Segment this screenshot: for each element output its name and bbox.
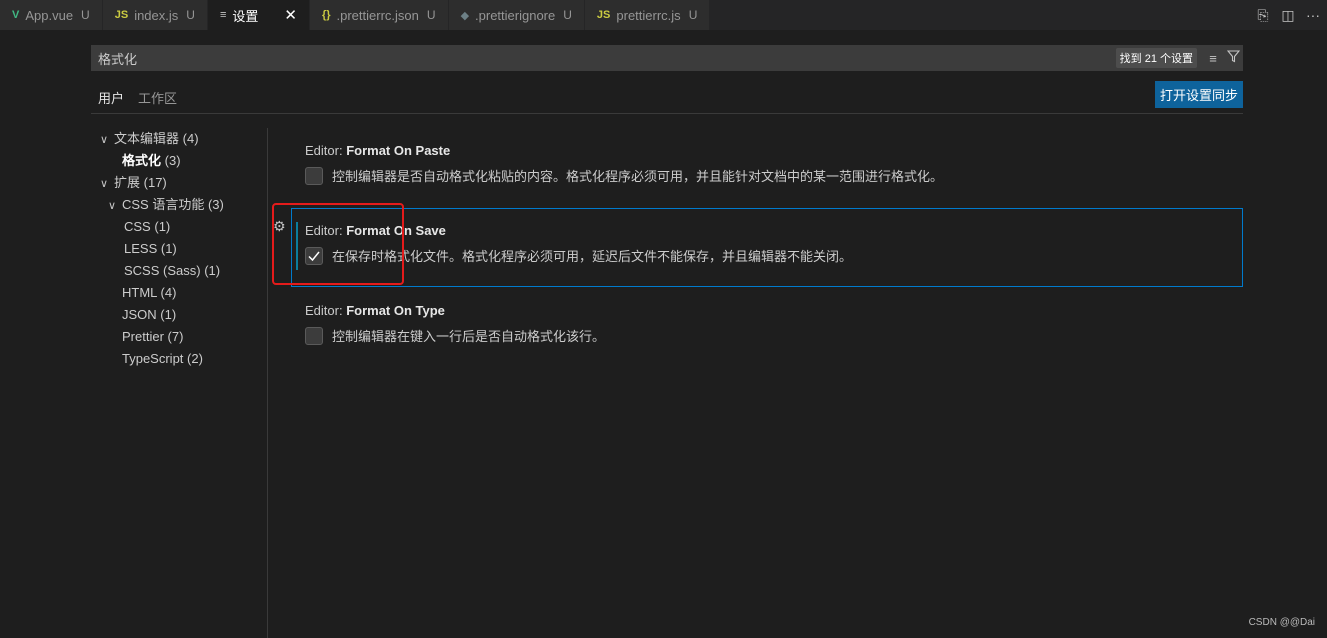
format-on-paste-checkbox[interactable]	[305, 166, 323, 185]
toc-item[interactable]: JSON (1)	[100, 304, 265, 326]
tab-label: App.vue	[25, 7, 74, 23]
setting-name: Format On Paste	[346, 143, 451, 158]
toc-item-label: SCSS (Sass)	[124, 263, 201, 278]
setting-category: Editor:	[305, 303, 347, 318]
split-editor-icon[interactable]: ◫	[1277, 7, 1299, 24]
more-actions-icon[interactable]: ···	[1302, 7, 1324, 23]
tab-label: 设置	[232, 8, 259, 24]
toc-item[interactable]: SCSS (Sass) (1)	[100, 260, 265, 282]
setting-format-on-type: Editor: Format On Type 控制编辑器在键入一行后是否自动格式…	[305, 302, 1235, 345]
toc-item-count: (7)	[167, 329, 184, 344]
toc-item-count: (4)	[160, 285, 177, 300]
vue-icon: V	[12, 9, 20, 21]
clear-filter-icon[interactable]: ≡	[1203, 51, 1223, 66]
toc-item-count: (3)	[164, 153, 181, 168]
setting-description: 控制编辑器是否自动格式化粘贴的内容。格式化程序必须可用，并且能针对文档中的某一范…	[332, 169, 944, 184]
toc-item-label: CSS	[124, 219, 151, 234]
chevron-down-icon[interactable]: ∨	[100, 129, 114, 151]
toc-item-label: HTML	[122, 285, 157, 300]
tab-label: .prettierrc.json	[336, 7, 419, 23]
toc-item-count: (3)	[207, 197, 224, 212]
filter-icon[interactable]	[1223, 50, 1243, 66]
toc-item[interactable]: Prettier (7)	[100, 326, 265, 348]
setting-format-on-save: Editor: Format On Save 在保存时格式化文件。格式化程序必须…	[305, 222, 1235, 265]
toc-item-count: (1)	[160, 307, 177, 322]
editor-tab[interactable]: ≡ 设置 ✕	[207, 0, 310, 30]
toc-item-label: CSS 语言功能	[122, 197, 205, 212]
watermark: CSDN @@Dai	[1248, 617, 1315, 628]
untracked-badge: U	[426, 8, 436, 22]
chevron-down-icon[interactable]: ∨	[108, 195, 122, 217]
untracked-badge: U	[688, 8, 698, 22]
setting-name: Format On Type	[346, 303, 445, 318]
toc-item-count: (1)	[204, 263, 221, 278]
settings-file-icon: ≡	[219, 9, 227, 21]
settings-sync-button[interactable]: 打开设置同步	[1155, 81, 1243, 108]
untracked-badge: U	[563, 8, 572, 22]
toc-item[interactable]: LESS (1)	[100, 238, 265, 260]
toc-item[interactable]: ∨ 文本编辑器 (4)	[100, 128, 265, 150]
untracked-badge: U	[186, 8, 195, 22]
close-icon[interactable]: ✕	[284, 6, 297, 24]
js-icon: JS	[596, 9, 611, 21]
setting-description: 在保存时格式化文件。格式化程序必须可用，延迟后文件不能保存，并且编辑器不能关闭。	[332, 249, 853, 264]
tab-workspace[interactable]: 工作区	[131, 82, 184, 114]
toc-item[interactable]: 格式化 (3)	[100, 150, 265, 172]
editor-tab-bar: V App.vue U JS index.js U ≡ 设置 ✕ {} .prettierrc.js…	[0, 0, 1327, 30]
search-result-count: 找到 21 个设置	[1115, 48, 1197, 68]
format-on-type-checkbox[interactable]	[305, 326, 323, 345]
editor-actions: ⎘ ◫ ···	[1252, 0, 1327, 30]
tab-user[interactable]: 用户	[91, 82, 132, 114]
toc-item[interactable]: ∨ CSS 语言功能 (3)	[100, 194, 265, 216]
editor-tab[interactable]: JS prettierrc.js U	[584, 0, 711, 30]
settings-search[interactable]: 格式化 找到 21 个设置 ≡	[91, 45, 1243, 71]
toc-item[interactable]: CSS (1)	[100, 216, 265, 238]
toc-item-label: Prettier	[122, 329, 164, 344]
setting-format-on-paste: Editor: Format On Paste 控制编辑器是否自动格式化粘贴的内…	[305, 142, 1235, 185]
toc-item-label: 扩展	[114, 175, 141, 190]
editor-tab[interactable]: JS index.js U	[102, 0, 208, 30]
scope-divider	[91, 113, 1243, 114]
toc-item-count: (4)	[182, 131, 199, 146]
editor-tab[interactable]: {} .prettierrc.json U	[309, 0, 449, 30]
settings-toc: ∨ 文本编辑器 (4) 格式化 (3) ∨ 扩展 (17) ∨ CSS 语言功能 (3) CS…	[100, 128, 265, 370]
setting-title: Editor: Format On Save	[305, 222, 1235, 240]
js-icon: JS	[114, 9, 129, 21]
toc-divider	[267, 128, 268, 638]
toc-item-count: (2)	[187, 351, 203, 366]
setting-description: 控制编辑器在键入一行后是否自动格式化该行。	[332, 329, 606, 344]
editor-tab[interactable]: ◆ .prettierignore U	[448, 0, 585, 30]
toc-item-label: LESS	[124, 241, 158, 256]
annotation-highlight-box	[272, 203, 404, 285]
toc-item-label: 文本编辑器	[114, 131, 180, 146]
search-input[interactable]: 格式化	[91, 49, 1116, 68]
setting-category: Editor:	[305, 143, 347, 158]
ignore-file-icon: ◆	[460, 9, 470, 22]
settings-scope-tabs: 用户 工作区	[91, 82, 184, 114]
setting-title: Editor: Format On Paste	[305, 142, 1235, 160]
chevron-down-icon[interactable]: ∨	[100, 173, 114, 195]
tab-label: .prettierignore	[475, 7, 556, 23]
toc-item-count: (1)	[160, 241, 177, 256]
toc-item-label: 格式化	[122, 153, 162, 168]
json-icon: {}	[321, 9, 331, 21]
editor-tab[interactable]: V App.vue U	[0, 0, 103, 30]
toc-item-count: (17)	[143, 175, 167, 190]
tab-label: prettierrc.js	[616, 7, 681, 23]
toc-item-label: TypeScript	[122, 351, 184, 366]
toc-item-count: (1)	[154, 219, 171, 234]
open-settings-json-icon[interactable]: ⎘	[1252, 7, 1274, 24]
toc-item[interactable]: ∨ 扩展 (17)	[100, 172, 265, 194]
toc-item[interactable]: HTML (4)	[100, 282, 265, 304]
toc-item[interactable]: TypeScript (2)	[100, 348, 265, 370]
tab-label: index.js	[134, 7, 179, 23]
untracked-badge: U	[81, 8, 90, 22]
setting-title: Editor: Format On Type	[305, 302, 1235, 320]
toc-item-label: JSON	[122, 307, 157, 322]
